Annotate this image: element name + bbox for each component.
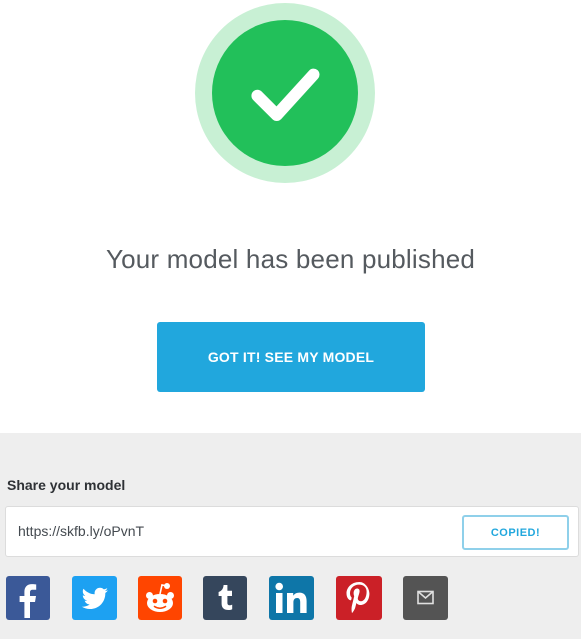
check-icon xyxy=(212,20,358,166)
tumblr-icon xyxy=(218,585,233,610)
tumblr-share-button[interactable] xyxy=(203,576,247,620)
share-url-field[interactable]: https://skfb.ly/oPvnT COPIED! xyxy=(5,506,579,557)
publish-success-message: Your model has been published xyxy=(105,244,476,274)
copy-link-button[interactable]: COPIED! xyxy=(462,515,569,550)
facebook-share-button[interactable] xyxy=(6,576,50,620)
linkedin-icon xyxy=(275,582,307,613)
reddit-icon xyxy=(146,583,174,612)
linkedin-share-button[interactable] xyxy=(269,576,314,620)
reddit-share-button[interactable] xyxy=(138,576,182,620)
email-icon xyxy=(417,590,434,605)
twitter-icon xyxy=(81,587,108,609)
share-panel: Share your model https://skfb.ly/oPvnT C… xyxy=(0,433,581,639)
publish-success-section: Your model has been published GOT IT! SE… xyxy=(0,0,581,433)
see-my-model-button[interactable]: GOT IT! SEE MY MODEL xyxy=(157,322,425,392)
facebook-icon xyxy=(19,584,37,618)
pinterest-icon xyxy=(346,582,370,613)
twitter-share-button[interactable] xyxy=(72,576,117,620)
share-url-text: https://skfb.ly/oPvnT xyxy=(18,523,145,539)
email-share-button[interactable] xyxy=(403,576,448,620)
pinterest-share-button[interactable] xyxy=(336,576,382,620)
share-title: Share your model xyxy=(7,477,126,493)
